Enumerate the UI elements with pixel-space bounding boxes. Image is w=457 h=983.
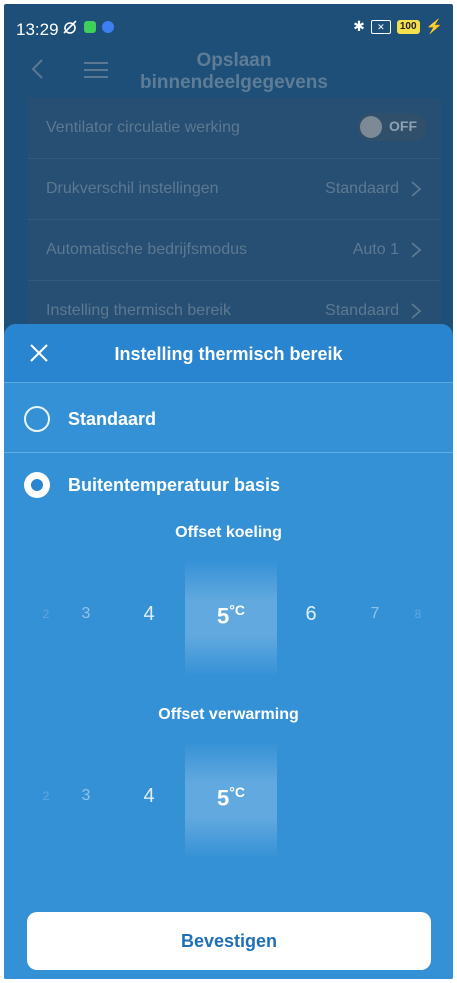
picker-value[interactable]: 2: [26, 789, 66, 803]
sheet-header: Instelling thermisch bereik: [4, 324, 453, 383]
chevron-right-icon: [411, 303, 422, 319]
picker-value[interactable]: 4: [129, 785, 169, 808]
picker-value[interactable]: 6: [291, 603, 331, 626]
bluetooth-icon: ✱: [353, 18, 365, 34]
heating-offset-label: Offset verwarming: [158, 706, 299, 723]
toggle-knob: [360, 116, 382, 138]
option-label: Buitentemperatuur basis: [68, 475, 281, 495]
page-title: Opslaan binnendeelgegevens: [140, 50, 328, 93]
option-standaard[interactable]: Standaard: [4, 388, 453, 452]
chevron-right-icon: [411, 242, 422, 258]
setting-label: Instelling thermisch bereik: [46, 302, 231, 319]
setting-row-auto-mode[interactable]: Automatische bedrijfsmodus Auto 1: [28, 220, 441, 281]
status-time: 13:29: [16, 20, 59, 39]
setting-value: Standaard: [325, 180, 399, 197]
option-outdoor-temperature[interactable]: Buitentemperatuur basis: [4, 454, 453, 518]
toggle-state: OFF: [389, 118, 417, 134]
picker-value[interactable]: 4: [129, 603, 169, 626]
app-screen: 13:29 ✱ ✕ 100 ⚡ Opslaan binnendeelgegeve…: [4, 4, 453, 979]
radio-selected-icon[interactable]: [24, 472, 50, 498]
setting-row-fan-circulation[interactable]: Ventilator circulatie werking OFF: [28, 98, 441, 159]
picker-value[interactable]: 7: [355, 605, 395, 623]
setting-label: Automatische bedrijfsmodus: [46, 241, 247, 258]
sheet-title: Instelling thermisch bereik: [114, 344, 343, 364]
fan-circulation-toggle[interactable]: OFF: [357, 113, 427, 141]
picker-selected-value[interactable]: 5°C: [185, 784, 277, 811]
confirm-button[interactable]: Bevestigen: [27, 912, 431, 970]
hamburger-menu-icon[interactable]: [84, 62, 108, 78]
chevron-right-icon: [411, 181, 422, 197]
option-label: Standaard: [68, 409, 157, 429]
status-bar: 13:29 ✱ ✕ 100 ⚡: [4, 4, 453, 40]
alarm-off-icon: [63, 20, 77, 34]
setting-value: Standaard: [325, 302, 399, 319]
setting-label: Drukverschil instellingen: [46, 180, 219, 197]
divider: [4, 452, 453, 453]
system-icons: ✱ ✕ 100 ⚡: [353, 18, 443, 35]
app-header: Opslaan binnendeelgegevens: [4, 46, 453, 100]
picker-selected-value[interactable]: 5°C: [185, 602, 277, 629]
setting-row-pressure-difference[interactable]: Drukverschil instellingen Standaard: [28, 159, 441, 220]
back-arrow-icon[interactable]: [26, 56, 52, 82]
app-notification-icon: [84, 21, 96, 33]
cooling-offset-label: Offset koeling: [175, 524, 282, 541]
sim-off-icon: ✕: [370, 19, 391, 34]
setting-label: Ventilator circulatie werking: [46, 119, 240, 136]
picker-value[interactable]: 8: [398, 607, 438, 621]
shield-icon: [102, 21, 114, 33]
thermal-range-sheet: Instelling thermisch bereik Standaard Bu…: [4, 324, 453, 979]
setting-value: Auto 1: [352, 241, 399, 258]
battery-icon: 100: [396, 19, 420, 34]
radio-unselected-icon[interactable]: [24, 406, 50, 432]
picker-value[interactable]: 2: [26, 607, 66, 621]
picker-value[interactable]: 3: [66, 605, 106, 623]
settings-list: Ventilator circulatie werking OFF Drukve…: [28, 98, 441, 342]
notification-icons: [62, 19, 114, 35]
charging-icon: ⚡: [425, 18, 443, 34]
picker-value[interactable]: 3: [66, 787, 106, 805]
